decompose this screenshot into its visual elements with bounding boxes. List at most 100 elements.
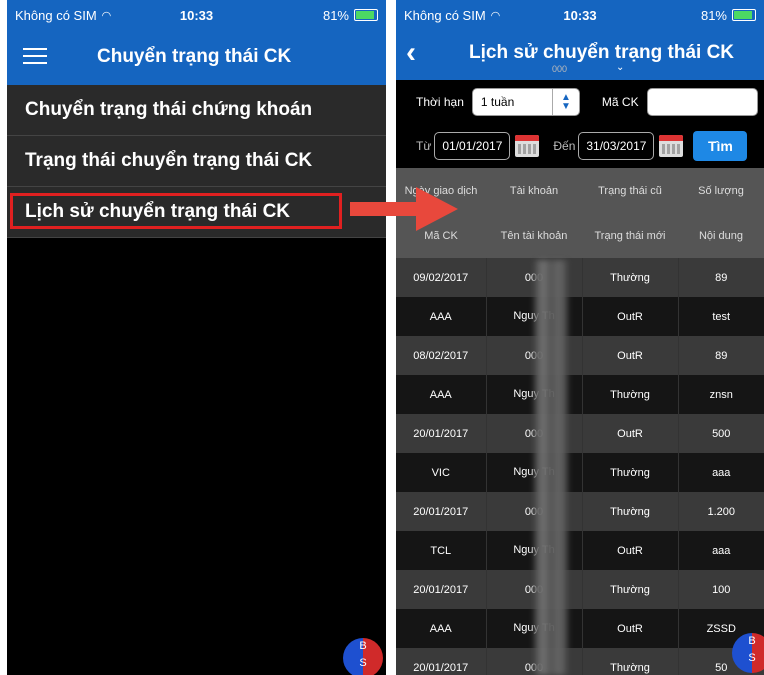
table-row[interactable]: 20/01/2017000OutR500 — [396, 414, 764, 453]
chevron-down-icon[interactable]: ⌄ — [616, 62, 624, 73]
menu-item-transfer-status[interactable]: Chuyển trạng thái chứng khoán — [7, 85, 386, 136]
period-select[interactable]: 1 tuần ▲ ▼ — [471, 88, 580, 116]
table-row[interactable]: AAANguy ThOutRZSSD — [396, 609, 764, 648]
filter-row-dates: Từ 01/01/2017 Đến 31/03/2017 Tìm — [396, 124, 764, 168]
table-cell: OutR — [581, 297, 678, 336]
table-cell: 20/01/2017 — [413, 661, 469, 674]
table-cell: 20/01/2017 — [413, 583, 469, 596]
from-date-field[interactable]: 01/01/2017 — [434, 132, 511, 160]
calendar-icon[interactable] — [515, 135, 540, 157]
table-row[interactable]: VICNguy ThThườngaaa — [396, 453, 764, 492]
status-bar-background: Không có SIM ◠ 10:33 81% — [396, 0, 764, 30]
status-left: Không có SIM ◠ — [404, 8, 500, 23]
to-date-field[interactable]: 31/03/2017 — [578, 132, 655, 160]
status-left: Không có SIM ◠ — [15, 8, 111, 23]
buy-sell-badge[interactable]: B S — [732, 633, 764, 673]
to-label: Đến — [553, 139, 576, 153]
col-header: Tài khoản — [509, 184, 559, 197]
table-row[interactable]: AAANguy ThThườngznsn — [396, 375, 764, 414]
badge-buy-letter: B — [748, 635, 756, 647]
table-row[interactable]: 09/02/2017000Thường89 — [396, 258, 764, 297]
table-cell: Thường — [581, 258, 678, 297]
table-row[interactable]: 08/02/2017000OutR89 — [396, 336, 764, 375]
table-row[interactable]: TCLNguy ThOutRaaa — [396, 531, 764, 570]
table-cell: Thường — [581, 570, 678, 609]
table-cell: test — [677, 297, 764, 336]
left-phone-screen: Không có SIM ◠ 10:33 81% Chuyển trạng th… — [7, 0, 386, 675]
stock-code-input[interactable] — [646, 88, 758, 116]
account-selector-label[interactable]: 000 — [552, 64, 567, 74]
status-right: 81% — [701, 8, 756, 23]
table-cell: aaa — [677, 531, 764, 570]
table-cell: Thường — [581, 375, 678, 414]
table-cell: 500 — [677, 414, 764, 453]
status-bar: Không có SIM ◠ 10:33 81% — [396, 0, 764, 30]
table-cell: Thường — [581, 453, 678, 492]
table-cell: VIC — [431, 466, 450, 479]
table-cell: aaa — [677, 453, 764, 492]
table-cell: OutR — [581, 336, 678, 375]
nav-bar: ‹ Lịch sử chuyển trạng thái CK 000 ⌄ — [396, 30, 764, 80]
calendar-icon[interactable] — [659, 135, 684, 157]
buy-sell-badge[interactable]: B S — [343, 638, 383, 675]
menu-item-label: Trạng thái chuyển trạng thái CK — [25, 150, 313, 171]
menu-item-transfer-status-state[interactable]: Trạng thái chuyển trạng thái CK — [7, 136, 386, 187]
status-bar: Không có SIM ◠ 10:33 81% — [7, 0, 386, 30]
stepper-icon[interactable]: ▲ ▼ — [551, 89, 579, 115]
nav-bar: Chuyển trạng thái CK — [7, 30, 386, 85]
table-body: 09/02/2017000Thường89AAANguy ThOutRtest0… — [396, 258, 764, 675]
table-row[interactable]: 20/01/2017000Thường100 — [396, 570, 764, 609]
back-chevron-icon[interactable]: ‹ — [406, 36, 416, 70]
table-cell: 09/02/2017 — [413, 271, 469, 284]
carrier-label: Không có SIM — [404, 7, 486, 23]
battery-icon — [354, 9, 378, 21]
table-cell: 20/01/2017 — [413, 427, 469, 440]
carrier-label: Không có SIM — [15, 7, 97, 23]
search-button[interactable]: Tìm — [693, 131, 748, 161]
battery-icon — [732, 9, 756, 21]
table-cell: Thường — [581, 648, 678, 675]
col-header: Trạng thái mới — [594, 229, 666, 242]
table-cell: 20/01/2017 — [413, 505, 469, 518]
badge-sell-letter: S — [748, 652, 756, 664]
menu-item-transfer-history[interactable]: Lịch sử chuyển trạng thái CK — [7, 187, 386, 238]
badge-sell-letter: S — [359, 657, 367, 669]
table-cell: 100 — [677, 570, 764, 609]
table-cell: AAA — [429, 310, 452, 323]
table-row[interactable]: AAANguy ThOutRtest — [396, 297, 764, 336]
page-title: Chuyển trạng thái CK — [97, 46, 292, 67]
table-cell: OutR — [581, 414, 678, 453]
hamburger-menu-icon[interactable] — [23, 48, 47, 66]
table-cell: OutR — [581, 609, 678, 648]
status-bar-background: Không có SIM ◠ 10:33 81% — [7, 0, 386, 30]
filter-row-period: Thời hạn 1 tuần ▲ ▼ Mã CK — [396, 80, 764, 124]
table-cell: 1.200 — [677, 492, 764, 531]
wifi-icon: ◠ — [101, 9, 112, 22]
right-phone-screen: Không có SIM ◠ 10:33 81% ‹ Lịch sử chuyể… — [396, 0, 764, 675]
from-label: Từ — [416, 139, 432, 153]
table-cell: AAA — [429, 622, 452, 635]
table-row[interactable]: 20/01/2017000Thường1.200 — [396, 492, 764, 531]
table-row[interactable]: 20/01/2017000Thường50 — [396, 648, 764, 675]
battery-percent: 81% — [700, 7, 727, 23]
period-label: Thời hạn — [416, 95, 464, 109]
redacted-account-blur — [534, 260, 568, 675]
menu-item-label: Lịch sử chuyển trạng thái CK — [25, 201, 291, 222]
menu-item-label: Chuyển trạng thái chứng khoán — [25, 99, 313, 120]
col-header: Nội dung — [698, 229, 744, 242]
table-cell: Thường — [581, 492, 678, 531]
table-cell: AAA — [429, 388, 452, 401]
table-cell: 89 — [677, 258, 764, 297]
menu-list: Chuyển trạng thái chứng khoán Trạng thái… — [7, 85, 386, 238]
table-cell: 08/02/2017 — [413, 349, 469, 362]
code-label: Mã CK — [601, 95, 639, 109]
badge-buy-letter: B — [359, 640, 367, 652]
col-header: Tên tài khoản — [500, 229, 568, 242]
col-header: Trạng thái cũ — [598, 184, 662, 197]
table-cell: TCL — [430, 544, 452, 557]
page-title: Lịch sử chuyển trạng thái CK — [469, 42, 735, 63]
battery-percent: 81% — [322, 7, 349, 23]
pointer-arrow-icon — [350, 187, 458, 231]
history-table: Ngày giao dịch Tài khoản Trạng thái cũ S… — [396, 168, 764, 675]
wifi-icon: ◠ — [490, 9, 501, 22]
